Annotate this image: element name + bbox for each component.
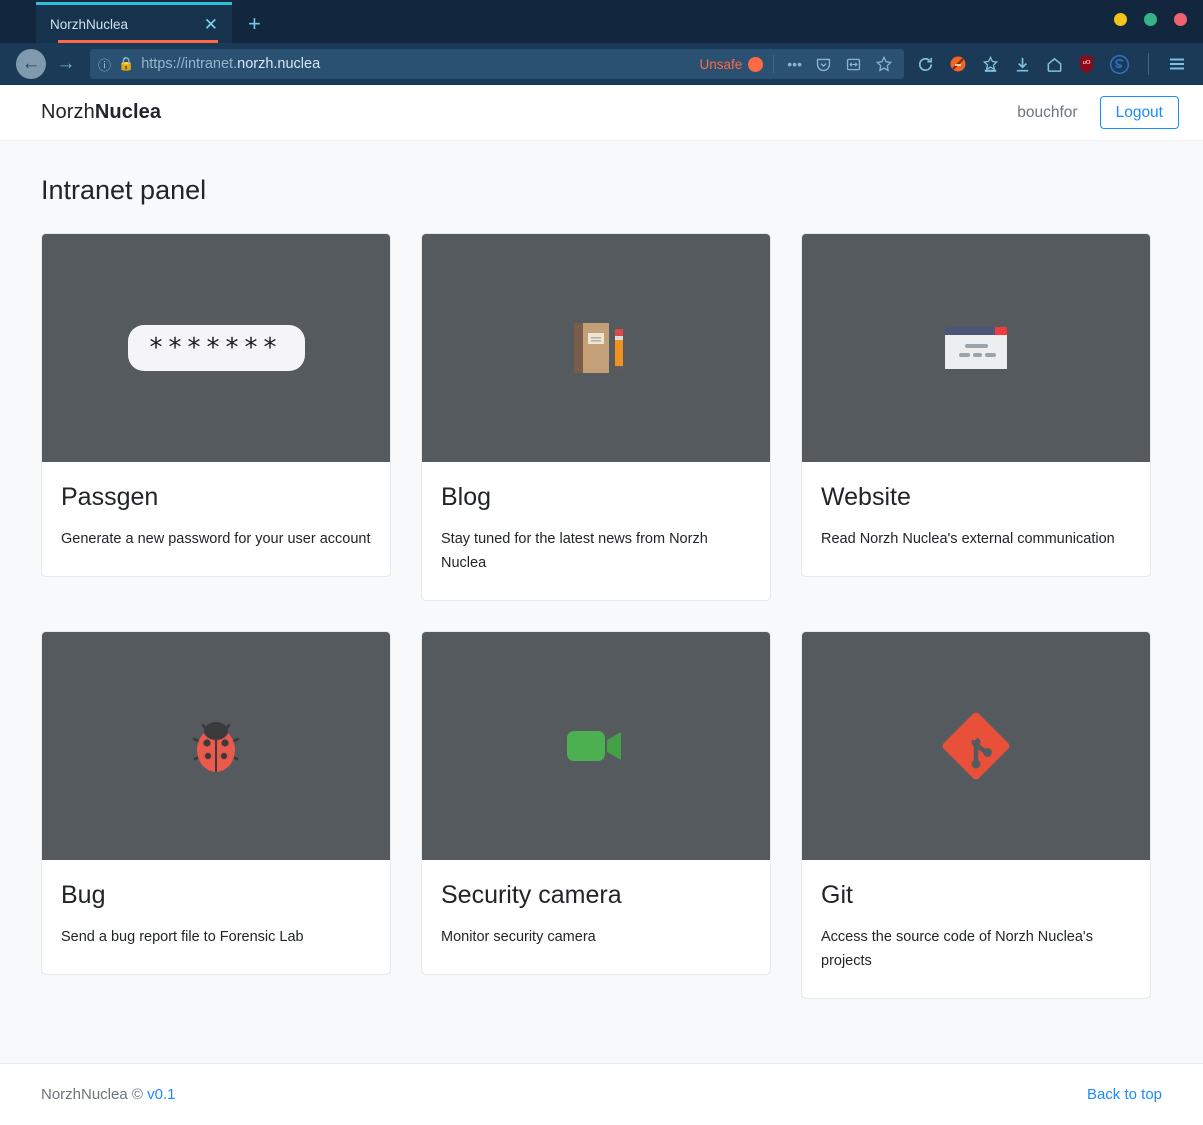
version-link[interactable]: v0.1	[147, 1086, 175, 1103]
notebook-pencil-icon	[557, 309, 635, 387]
card-description: Read Norzh Nuclea's external communicati…	[821, 531, 1115, 547]
git-logo-icon	[939, 709, 1013, 783]
card-body: Bug Send a bug report file to Forensic L…	[42, 860, 390, 974]
header-actions: bouchfor Logout	[1017, 95, 1179, 130]
forward-arrow-icon[interactable]: →	[52, 50, 80, 78]
close-icon[interactable]: ✕	[200, 16, 222, 33]
address-bar[interactable]: ⓘ 🔒 https://intranet.norzh.nuclea Unsafe…	[90, 49, 904, 79]
tab-active-underline	[58, 40, 218, 43]
card-description: Access the source code of Norzh Nuclea's…	[821, 928, 1093, 969]
card-title: Blog	[441, 483, 492, 511]
card-description: Monitor security camera	[441, 928, 596, 945]
pocket-icon[interactable]	[812, 56, 835, 73]
more-icon[interactable]: •••	[784, 56, 805, 72]
card-title: Website	[821, 483, 911, 511]
back-arrow-icon[interactable]: ←	[16, 49, 46, 79]
site-footer: NorzhNuclea © v0.1 Back to top	[0, 1063, 1203, 1125]
card-title: Security camera	[441, 880, 622, 909]
unsafe-label: Unsafe	[699, 56, 743, 72]
window-controls	[1114, 13, 1187, 26]
url-text: https://intranet.norzh.nuclea	[141, 56, 321, 72]
browser-tab[interactable]: NorzhNuclea ✕	[36, 2, 232, 43]
skype-icon[interactable]	[1109, 54, 1130, 75]
container-icon[interactable]	[981, 55, 1000, 74]
menu-icon[interactable]	[1167, 54, 1187, 74]
downloads-icon[interactable]	[1013, 55, 1032, 74]
minimize-button[interactable]	[1114, 13, 1127, 26]
video-camera-icon	[565, 724, 627, 768]
divider	[773, 55, 775, 73]
tab-title: NorzhNuclea	[50, 16, 129, 32]
ublock-origin-icon[interactable]: uO	[1077, 54, 1096, 74]
main-content: Intranet panel ******* Passgen Generate …	[0, 141, 1203, 1063]
unsafe-dot-icon	[748, 56, 764, 72]
card-media	[802, 631, 1150, 860]
browser-navbar: ← → ⓘ 🔒 https://intranet.norzh.nuclea Un…	[0, 43, 1203, 85]
card-media	[802, 234, 1150, 462]
reader-icon[interactable]	[842, 56, 865, 73]
page-title: Intranet panel	[41, 175, 207, 205]
home-icon[interactable]	[1045, 55, 1064, 74]
divider	[1148, 53, 1149, 75]
svg-text:uO: uO	[1083, 60, 1091, 66]
card-body: Passgen Generate a new password for your…	[42, 462, 390, 576]
browser-toolbar-icons: uO	[910, 53, 1193, 75]
lock-icon[interactable]: 🔒	[118, 56, 134, 72]
app-card-grid: ******* Passgen Generate a new password …	[41, 233, 1162, 999]
bookmark-star-icon[interactable]	[872, 55, 896, 73]
site-header: NorzhNuclea bouchfor Logout	[0, 85, 1203, 141]
card-website[interactable]: Website Read Norzh Nuclea's external com…	[801, 233, 1151, 577]
card-description: Generate a new password for your user ac…	[61, 531, 371, 547]
copyright-text: NorzhNuclea ©	[41, 1086, 143, 1103]
card-media: *******	[42, 234, 390, 462]
card-title: Passgen	[61, 483, 159, 511]
password-asterisks-icon: *******	[127, 325, 305, 371]
reload-icon[interactable]	[916, 55, 935, 74]
info-icon[interactable]: ⓘ	[98, 55, 111, 74]
card-title: Bug	[61, 880, 106, 909]
brand-bold: Nuclea	[94, 101, 162, 123]
page-viewport: NorzhNuclea bouchfor Logout Intranet pan…	[0, 85, 1203, 1125]
browser-window: NorzhNuclea ✕ + ← → ⓘ 🔒 https://intranet…	[0, 0, 1203, 1125]
card-blog[interactable]: Blog Stay tuned for the latest news from…	[421, 233, 771, 601]
brand-logo[interactable]: NorzhNuclea	[41, 101, 161, 124]
browser-titlebar: NorzhNuclea ✕ +	[0, 0, 1203, 43]
card-body: Blog Stay tuned for the latest news from…	[422, 462, 770, 600]
card-media	[422, 234, 770, 462]
username-label: bouchfor	[1017, 103, 1078, 121]
footer-copyright: NorzhNuclea © v0.1	[41, 1086, 175, 1103]
close-window-button[interactable]	[1174, 13, 1187, 26]
card-passgen[interactable]: ******* Passgen Generate a new password …	[41, 233, 391, 577]
card-body: Git Access the source code of Norzh Nucl…	[802, 860, 1150, 998]
status-badge: Unsafe	[699, 56, 764, 72]
noscript-icon[interactable]	[948, 54, 968, 74]
browser-window-icon	[943, 319, 1009, 377]
card-security-camera[interactable]: Security camera Monitor security camera	[421, 630, 771, 975]
card-media	[42, 631, 390, 860]
logout-button[interactable]: Logout	[1099, 95, 1179, 130]
back-to-top-link[interactable]: Back to top	[1087, 1086, 1162, 1103]
new-tab-button[interactable]: +	[248, 13, 261, 35]
card-description: Stay tuned for the latest news from Norz…	[441, 531, 708, 571]
card-bug[interactable]: Bug Send a bug report file to Forensic L…	[41, 630, 391, 975]
card-body: Website Read Norzh Nuclea's external com…	[802, 462, 1150, 576]
maximize-button[interactable]	[1144, 13, 1157, 26]
card-body: Security camera Monitor security camera	[422, 860, 770, 974]
card-title: Git	[821, 880, 853, 909]
card-media	[422, 631, 770, 860]
card-description: Send a bug report file to Forensic Lab	[61, 928, 304, 945]
ladybug-icon	[179, 709, 253, 783]
brand-light: Norzh	[41, 101, 95, 123]
card-git[interactable]: Git Access the source code of Norzh Nucl…	[801, 630, 1151, 999]
